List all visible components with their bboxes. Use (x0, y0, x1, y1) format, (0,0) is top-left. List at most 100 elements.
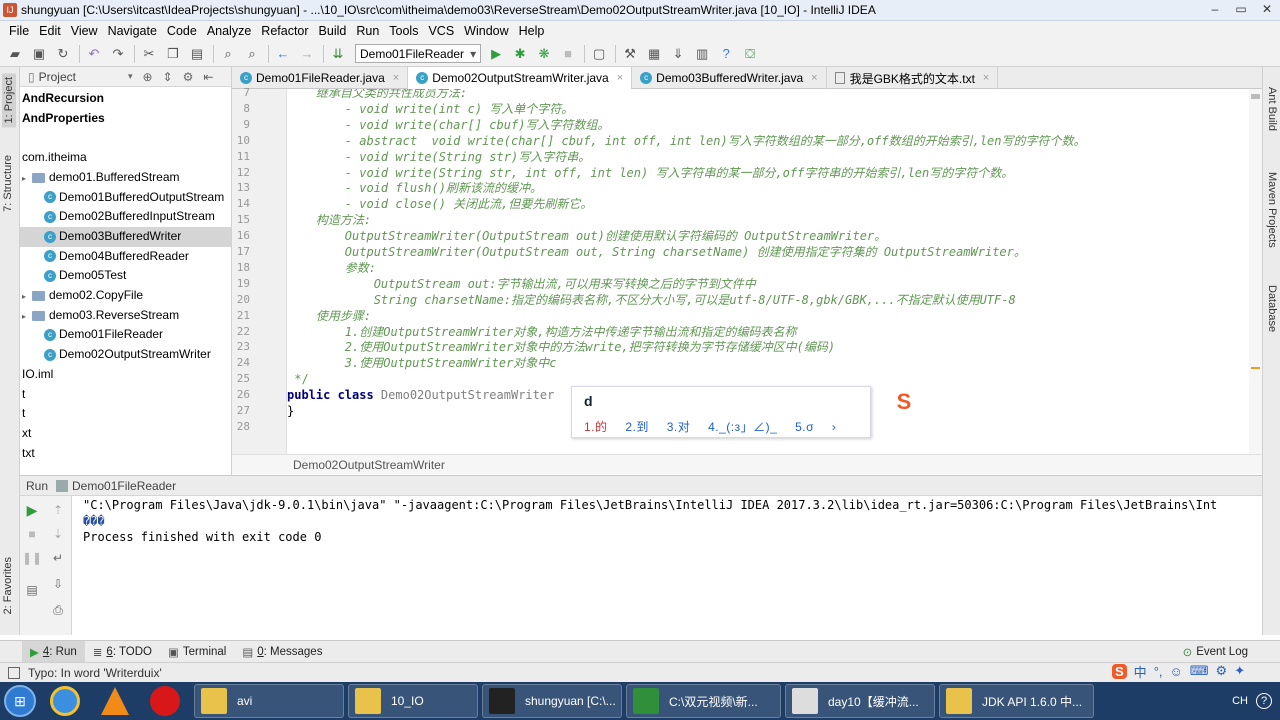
taskbar-item[interactable]: day10【缓冲流... (785, 684, 935, 718)
ime-settings-icon[interactable]: ⚙ (1216, 663, 1228, 679)
terminal-tool-tab[interactable]: ▣ Terminal (160, 641, 234, 663)
chevron-down-icon[interactable]: ▾ (128, 71, 133, 82)
collapse-icon[interactable]: ⇕ (163, 70, 173, 84)
ie-quicklaunch[interactable] (40, 683, 90, 719)
rerun-icon[interactable]: ▶ (22, 500, 42, 520)
structure-tool-tab[interactable]: 7: Structure (2, 155, 14, 212)
expand-arrow-icon[interactable]: ▸ (22, 169, 32, 189)
sogou-icon[interactable]: S (1112, 663, 1127, 679)
menu-vcs[interactable]: VCS (423, 24, 459, 38)
settings-icon[interactable]: ⚒ (619, 44, 641, 64)
menu-file[interactable]: File (4, 24, 34, 38)
tree-item[interactable]: com.itheima (20, 148, 231, 168)
expand-arrow-icon[interactable]: ▸ (22, 307, 32, 327)
modules-icon[interactable]: ▥ (691, 44, 713, 64)
menu-navigate[interactable]: Navigate (103, 24, 162, 38)
up-icon[interactable]: ⇡ (48, 500, 68, 520)
menu-analyze[interactable]: Analyze (202, 24, 256, 38)
stop-icon[interactable]: ■ (557, 44, 579, 64)
taskbar-item[interactable]: JDK API 1.6.0 中... (939, 684, 1094, 718)
ime-candidate[interactable]: 4._(:з」∠)_ (708, 420, 777, 434)
tree-item[interactable]: xt (20, 424, 231, 444)
ime-candidates[interactable]: 1.的 2.到 3.对 4._(:з」∠)_ 5.σ › (584, 418, 850, 435)
run-tool-tab[interactable]: ▶ 4: Run (22, 640, 85, 663)
editor-tab[interactable]: c Demo02OutputStreamWriter.java × (408, 67, 633, 89)
maximize-button[interactable]: ▭ (1228, 1, 1254, 19)
close-tab-icon[interactable]: × (393, 72, 399, 84)
ime-candidate[interactable]: 5.σ (795, 420, 814, 434)
close-tab-icon[interactable]: × (617, 72, 623, 84)
messages-tool-tab[interactable]: ▤ 0: Messages (234, 641, 330, 663)
menu-window[interactable]: Window (459, 24, 513, 38)
menu-code[interactable]: Code (162, 24, 202, 38)
project-view-select[interactable]: Project (39, 70, 76, 84)
layout-icon[interactable]: ▤ (22, 580, 42, 600)
ime-keyboard-icon[interactable]: ⌨ (1190, 663, 1209, 679)
paste-icon[interactable]: ▤ (186, 44, 208, 64)
sdk-icon[interactable]: ⇓ (667, 44, 689, 64)
tree-item[interactable]: AndRecursion (20, 89, 231, 109)
structure-icon[interactable]: ▦ (643, 44, 665, 64)
hide-icon[interactable]: ⇤ (203, 70, 213, 84)
run-panel-config[interactable]: Demo01FileReader (72, 479, 176, 493)
lang-indicator[interactable]: CH (1232, 695, 1248, 707)
pause-icon[interactable]: ❚❚ (22, 548, 42, 568)
wrap-icon[interactable]: ↵ (48, 548, 68, 568)
tree-package-item[interactable]: ▸ demo02.CopyFile (20, 286, 231, 307)
expand-arrow-icon[interactable]: ▸ (22, 287, 32, 307)
menu-refactor[interactable]: Refactor (256, 24, 313, 38)
copy-icon[interactable]: ❐ (162, 44, 184, 64)
tree-item[interactable]: t (20, 385, 231, 405)
ime-emoji-icon[interactable]: ☺ (1170, 664, 1183, 679)
minimize-button[interactable]: – (1202, 1, 1228, 19)
taskbar-item[interactable]: 10_IO (348, 684, 478, 718)
save-icon[interactable]: ▣ (28, 44, 50, 64)
scroll-end-icon[interactable]: ⇩ (48, 574, 68, 594)
todo-tool-tab[interactable]: ≣ 6: TODO (85, 641, 160, 663)
ime-punct-icon[interactable]: °, (1154, 664, 1163, 679)
ime-lang-icon[interactable]: 中 (1134, 662, 1147, 681)
tree-item[interactable]: AndProperties (20, 109, 231, 129)
ime-candidate[interactable]: 3.对 (667, 420, 691, 434)
menu-view[interactable]: View (66, 24, 103, 38)
help-icon[interactable]: ? (715, 44, 737, 64)
gear-icon[interactable]: ⚙ (183, 70, 194, 84)
breadcrumb[interactable]: Demo02OutputStreamWriter (232, 454, 1262, 474)
menu-edit[interactable]: Edit (34, 24, 66, 38)
ime-skin-icon[interactable]: ✦ (1234, 663, 1245, 679)
tree-class-item[interactable]: c Demo03BufferedWriter (20, 226, 231, 247)
favorites-tool-tab[interactable]: 2: Favorites (2, 557, 14, 614)
tree-item[interactable]: t (20, 404, 231, 424)
project-tool-tab[interactable]: 1: Project (2, 73, 16, 128)
editor-tab[interactable]: c Demo01FileReader.java × (232, 67, 409, 89)
cut-icon[interactable]: ✂ (138, 44, 160, 64)
menu-help[interactable]: Help (514, 24, 550, 38)
tree-package-item[interactable]: ▸ demo03.ReverseStream (20, 306, 231, 327)
tree-class-item[interactable]: c Demo01FileReader (20, 325, 231, 345)
tree-package-item[interactable]: ▸ demo01.BufferedStream (20, 168, 231, 189)
menu-run[interactable]: Run (351, 24, 384, 38)
start-button[interactable]: ⊞ (0, 682, 40, 720)
locate-icon[interactable]: ⊕ (143, 70, 153, 84)
ime-toolbar[interactable]: S 中 °, ☺ ⌨ ⚙ ✦ (1105, 660, 1260, 682)
taskbar-item[interactable]: C:\双元视频\新... (626, 684, 781, 718)
close-tab-icon[interactable]: × (811, 72, 817, 84)
replace-icon[interactable]: ⌕ (241, 44, 263, 64)
ime-next-page[interactable]: › (832, 420, 837, 434)
tree-class-item[interactable]: c Demo02BufferedInputStream (20, 207, 231, 227)
tree-item[interactable]: txt (20, 444, 231, 464)
ime-candidate[interactable]: 2.到 (625, 420, 649, 434)
close-tab-icon[interactable]: × (983, 72, 989, 84)
coverage-icon[interactable]: ❋ (533, 44, 555, 64)
run-config-select[interactable]: Demo01FileReader ▾ (355, 44, 482, 63)
database-tool-tab[interactable]: Database (1266, 285, 1278, 332)
editor-tab[interactable]: 我是GBK格式的文本.txt × (827, 67, 999, 89)
forward-icon[interactable]: → (296, 44, 318, 64)
menu-tools[interactable]: Tools (384, 24, 423, 38)
editor-tab[interactable]: c Demo03BufferedWriter.java × (632, 67, 827, 89)
down-icon[interactable]: ⇣ (48, 524, 68, 544)
tree-item[interactable]: IO.iml (20, 365, 231, 385)
help-icon[interactable]: ? (1256, 693, 1272, 709)
undo-icon[interactable]: ↶ (83, 44, 105, 64)
stop-icon[interactable]: ■ (22, 524, 42, 544)
